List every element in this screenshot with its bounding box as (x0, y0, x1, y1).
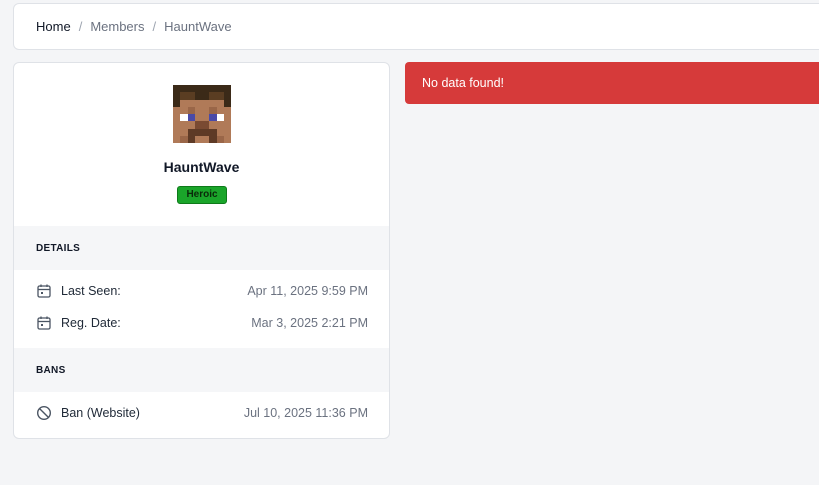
ban-label: Ban (Website) (61, 406, 140, 420)
breadcrumb-home[interactable]: Home (36, 19, 71, 34)
calendar-icon (36, 283, 52, 299)
avatar (173, 85, 231, 143)
breadcrumb-members[interactable]: Members (90, 19, 144, 34)
calendar-icon (36, 315, 52, 331)
reg-date-row: Reg. Date: Mar 3, 2025 2:21 PM (36, 313, 368, 333)
ban-date: Jul 10, 2025 11:36 PM (243, 406, 368, 420)
ban-icon (36, 405, 52, 421)
details-heading: DETAILS (14, 226, 389, 270)
breadcrumb-separator: / (152, 19, 157, 34)
breadcrumb-separator: / (78, 19, 83, 34)
ban-row[interactable]: Ban (Website) Jul 10, 2025 11:36 PM (36, 403, 368, 423)
breadcrumb: Home / Members / HauntWave (13, 3, 819, 50)
breadcrumb-current: HauntWave (164, 19, 232, 34)
last-seen-row: Last Seen: Apr 11, 2025 9:59 PM (36, 281, 368, 301)
alert-message: No data found! (422, 76, 505, 90)
reg-date-label: Reg. Date: (61, 316, 121, 330)
profile-username: HauntWave (163, 159, 240, 175)
rank-badge: Heroic (177, 186, 227, 204)
bans-heading: BANS (14, 348, 389, 392)
last-seen-label: Last Seen: (61, 284, 121, 298)
profile-card: HauntWave Heroic DETAILS Last Seen: Apr … (13, 62, 390, 439)
last-seen-value: Apr 11, 2025 9:59 PM (247, 284, 368, 298)
reg-date-value: Mar 3, 2025 2:21 PM (251, 316, 368, 330)
no-data-alert: No data found! (405, 62, 819, 104)
